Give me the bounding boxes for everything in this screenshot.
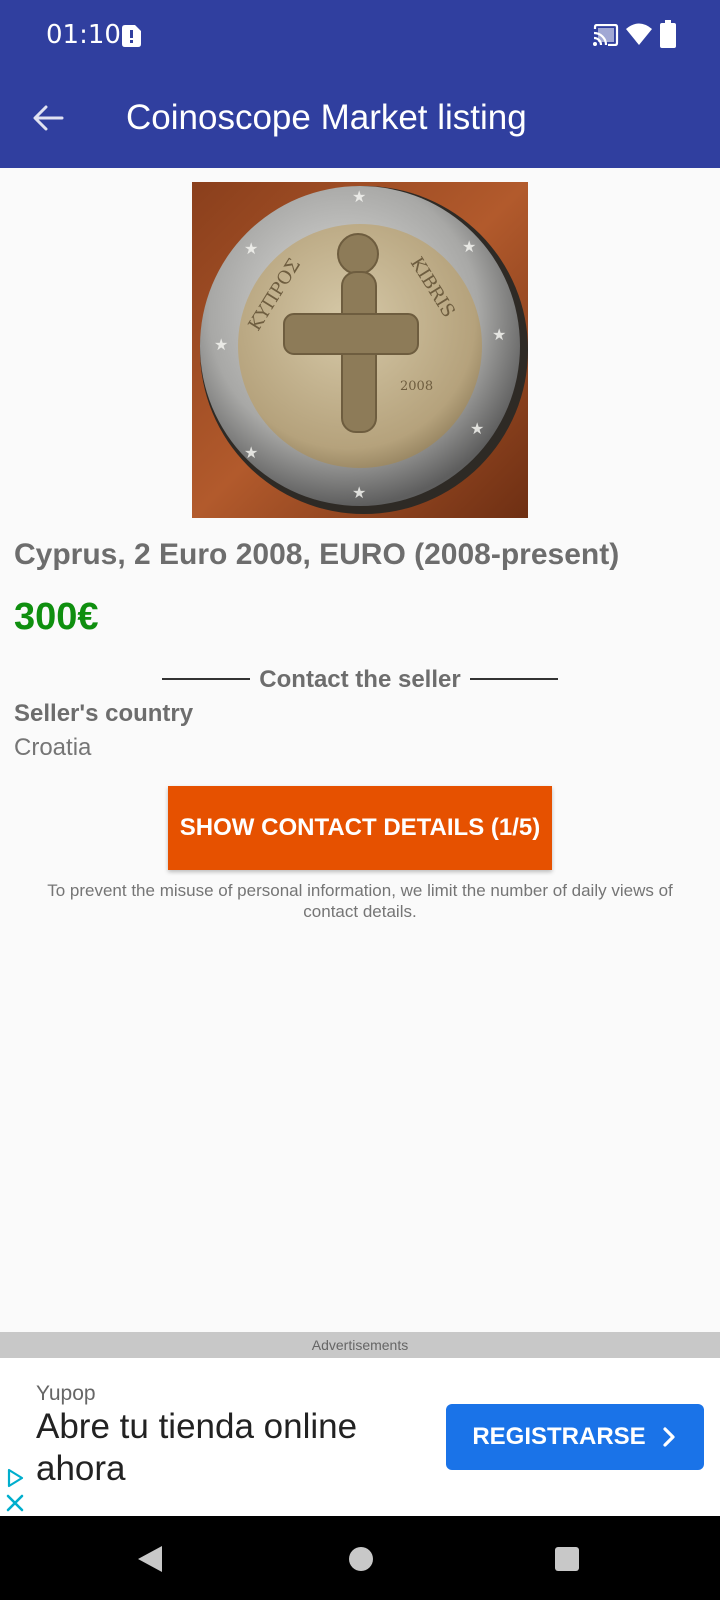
show-contact-details-button[interactable]: SHOW CONTACT DETAILS (1/5) (168, 786, 552, 870)
nav-home-icon[interactable] (348, 1546, 374, 1572)
svg-text:★: ★ (352, 483, 366, 502)
svg-text:2008: 2008 (400, 379, 433, 394)
cast-icon (593, 24, 619, 46)
ad-register-label: REGISTRARSE (472, 1423, 646, 1450)
svg-text:★: ★ (244, 443, 258, 462)
chevron-right-icon (663, 1427, 675, 1447)
listing-title: Cyprus, 2 Euro 2008, EURO (2008-present) (14, 538, 620, 571)
svg-text:★: ★ (492, 325, 506, 344)
sim-alert-icon (122, 25, 141, 47)
status-time: 01:10 (46, 20, 121, 50)
seller-country-label: Seller's country (14, 700, 194, 727)
close-icon[interactable] (6, 1494, 24, 1512)
status-bar: 01:10 (0, 0, 720, 72)
seller-country-value: Croatia (14, 734, 92, 761)
ad-brand: Yupop (36, 1382, 96, 1405)
ad-banner[interactable]: Yupop Abre tu tienda online ahora REGIST… (0, 1358, 720, 1516)
svg-text:★: ★ (244, 239, 258, 258)
svg-text:★: ★ (214, 335, 228, 354)
nav-back-icon[interactable] (136, 1544, 164, 1574)
wifi-icon (626, 23, 652, 45)
svg-text:★: ★ (352, 187, 366, 206)
ad-register-button[interactable]: REGISTRARSE (446, 1404, 704, 1470)
svg-text:★: ★ (462, 237, 476, 256)
page-title: Coinoscope Market listing (126, 98, 527, 137)
system-nav-bar (0, 1516, 720, 1600)
adchoices-icon[interactable] (6, 1468, 24, 1488)
divider-right (470, 678, 558, 680)
ad-headline[interactable]: Abre tu tienda online ahora (36, 1406, 416, 1490)
advertisements-label: Advertisements (0, 1332, 720, 1358)
svg-text:★: ★ (470, 419, 484, 438)
contact-section-heading: Contact the seller (259, 666, 461, 693)
listing-price: 300€ (14, 596, 99, 638)
battery-icon (660, 20, 676, 48)
app-bar: 01:10 Coinoscope Market listing (0, 0, 720, 168)
coin-photo[interactable]: ★ ★ ★ ★ ★ ★ ★ ★ ΚΥΠΡΟΣ KIBRIS 2008 (192, 182, 528, 518)
contact-limit-notice: To prevent the misuse of personal inform… (47, 881, 673, 921)
back-arrow-icon[interactable] (30, 100, 66, 136)
nav-recents-icon[interactable] (554, 1546, 580, 1572)
